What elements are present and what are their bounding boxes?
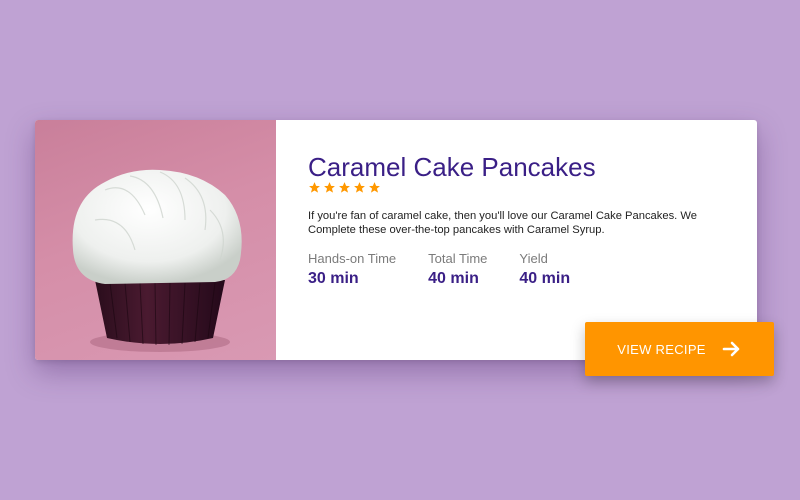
stat-total-time: Total Time 40 min: [428, 251, 487, 288]
recipe-description: If you're fan of caramel cake, then you'…: [308, 210, 697, 236]
stat-value: 40 min: [519, 270, 571, 287]
star-icon: [354, 182, 365, 193]
rating-stars: [308, 181, 381, 194]
view-recipe-button[interactable]: VIEW RECIPE: [585, 322, 774, 376]
star-icon: [324, 182, 335, 193]
view-recipe-label: VIEW RECIPE: [617, 341, 706, 357]
stat-value: 40 min: [428, 270, 479, 287]
stat-hands-on-time: Hands-on Time 30 min: [308, 251, 396, 288]
star-icon: [369, 182, 380, 193]
recipe-stats: Hands-on Time 30 min Total Time 40 min Y…: [308, 251, 602, 288]
stat-label: Yield: [519, 251, 548, 266]
stat-label: Total Time: [428, 251, 488, 266]
star-icon: [339, 182, 350, 193]
recipe-title: Caramel Cake Pancakes: [308, 152, 596, 182]
stat-label: Hands-on Time: [308, 251, 397, 266]
stat-value: 30 min: [308, 270, 359, 287]
arrow-right-icon: [722, 340, 742, 358]
stat-yield: Yield 40 min: [519, 251, 570, 288]
cupcake-photo: [35, 120, 276, 360]
star-icon: [309, 182, 320, 193]
